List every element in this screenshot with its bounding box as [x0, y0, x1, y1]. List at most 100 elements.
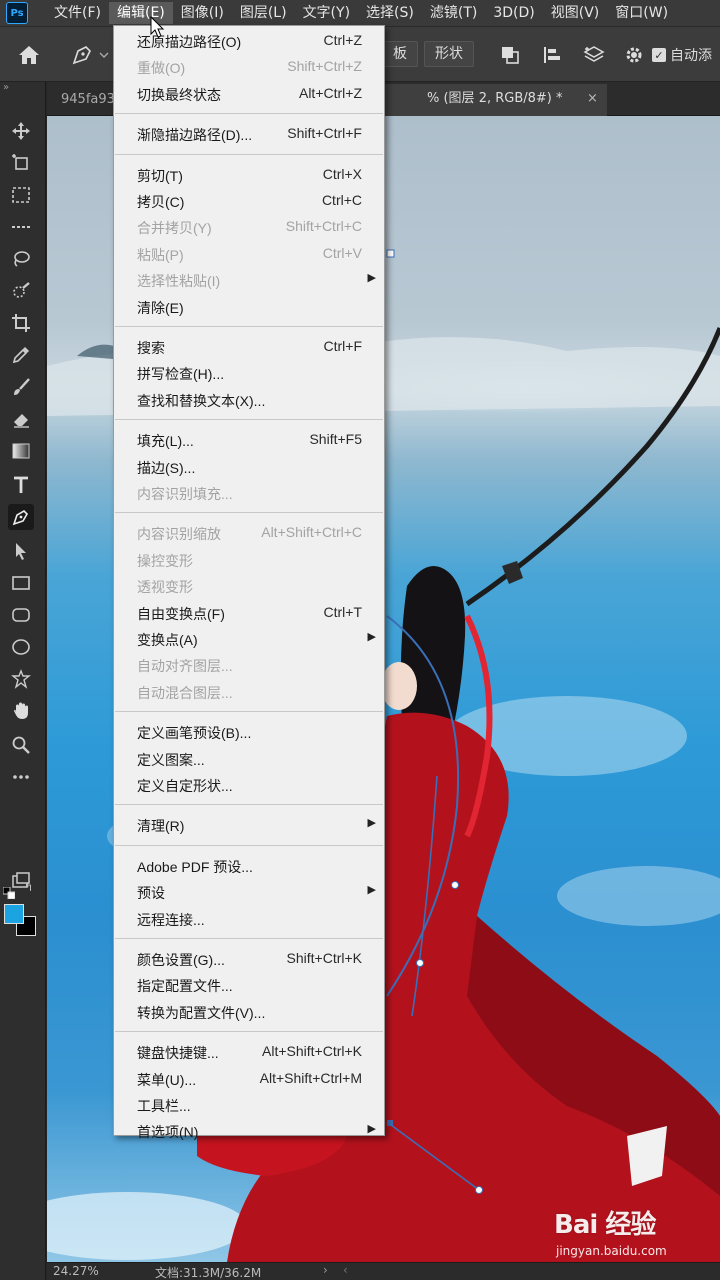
menu-item-shortcut: Ctrl+X — [322, 165, 362, 182]
edit-menu-item[interactable]: 定义自定形状... — [114, 772, 384, 798]
edit-menu-item[interactable]: 变换点(A) ▶ — [114, 626, 384, 652]
edit-menu-item[interactable]: 描边(S)... — [114, 454, 384, 480]
menu-filter[interactable]: 滤镜(T) — [422, 2, 485, 24]
crop-tool-icon[interactable] — [8, 310, 34, 336]
gear-icon[interactable] — [622, 43, 646, 67]
path-arrangement-icon[interactable] — [582, 43, 606, 67]
menu-item-shortcut: Ctrl+T — [323, 603, 363, 620]
status-prev-arrow-icon[interactable]: ‹ — [343, 1263, 348, 1277]
edit-menu-item[interactable]: 填充(L)... Shift+F5 — [114, 427, 384, 453]
menu-image[interactable]: 图像(I) — [173, 2, 232, 24]
path-selection-tool-icon[interactable] — [8, 538, 34, 564]
menu-select[interactable]: 选择(S) — [358, 2, 422, 24]
menu-item-shortcut: Ctrl+C — [321, 192, 362, 208]
edit-menu-item[interactable]: 远程连接... — [114, 906, 384, 932]
submenu-arrow-icon: ▶ — [367, 1123, 376, 1136]
pen-tool-preset-icon[interactable] — [70, 41, 110, 69]
edit-menu-item[interactable]: 拷贝(C) Ctrl+C — [114, 188, 384, 214]
custom-shape-tool-icon[interactable] — [8, 666, 34, 692]
marquee-tool-icon[interactable] — [8, 182, 34, 208]
edit-menu-item[interactable]: 清除(E) — [114, 294, 384, 320]
menu-item-label: 清理(R) — [137, 818, 185, 835]
menu-item-shortcut: Shift+Ctrl+C — [285, 218, 362, 235]
submenu-arrow-icon: ▶ — [367, 272, 376, 285]
edit-menu-item[interactable]: 定义图案... — [114, 746, 384, 772]
path-operations-icon[interactable] — [498, 43, 522, 67]
edit-menu-dropdown: 还原描边路径(O) Ctrl+Z 重做(O) Shift+Ctrl+Z 切换最终状态 Al… — [113, 25, 385, 1140]
edit-menu-item[interactable]: 转换为配置文件(V)... — [114, 999, 384, 1025]
edit-menu-item[interactable]: 清理(R) ▶ — [114, 812, 384, 838]
menu-window[interactable]: 窗口(W) — [607, 2, 676, 24]
menu-item-label: 重做(O) — [137, 60, 186, 77]
menu-separator — [115, 153, 383, 155]
menu-layer[interactable]: 图层(L) — [232, 2, 295, 24]
menu-view[interactable]: 视图(V) — [543, 2, 608, 24]
menu-item-label: 颜色设置(G)... — [137, 952, 225, 968]
hand-tool-icon[interactable] — [8, 698, 34, 724]
foreground-color-swatch[interactable] — [4, 904, 24, 924]
menu-item-shortcut: Alt+Shift+Ctrl+C — [261, 524, 362, 541]
edit-menu-item[interactable]: 渐隐描边路径(D)... Shift+Ctrl+F — [114, 121, 384, 147]
board-button[interactable]: 板 — [382, 41, 418, 67]
menu-separator — [115, 1031, 383, 1033]
ellipse-tool-icon[interactable] — [8, 634, 34, 660]
auto-add-checkbox-icon[interactable]: ✓ — [652, 48, 666, 62]
single-row-marquee-icon[interactable] — [8, 214, 34, 240]
edit-menu-item[interactable]: 切换最终状态 Alt+Ctrl+Z — [114, 81, 384, 107]
auto-add-delete-option[interactable]: ✓ 自动添 — [652, 45, 712, 65]
menu-item-label: 查找和替换文本(X)... — [137, 392, 266, 409]
edit-menu-item[interactable]: Adobe PDF 预设... — [114, 853, 384, 879]
menu-item-label: 粘贴(P) — [137, 246, 184, 263]
status-next-arrow-icon[interactable]: › — [323, 1263, 328, 1277]
edit-menu-item[interactable]: 剪切(T) Ctrl+X — [114, 162, 384, 188]
document-tab-active[interactable]: % (图层 2, RGB/8#) * × — [377, 84, 607, 116]
watermark-brand: Bai 经验 — [554, 1210, 656, 1240]
menu-file[interactable]: 文件(F) — [46, 2, 109, 24]
edit-menu-item[interactable]: 首选项(N) ▶ — [114, 1118, 384, 1144]
edit-menu-item: 自动对齐图层... — [114, 652, 384, 678]
close-tab-icon[interactable]: × — [587, 84, 598, 114]
menu-item-label: 切换最终状态 — [137, 86, 221, 103]
edit-menu-item[interactable]: 键盘快捷键... Alt+Shift+Ctrl+K — [114, 1039, 384, 1065]
eyedropper-tool-icon[interactable] — [8, 342, 34, 368]
artboard-tool-icon[interactable] — [8, 150, 34, 176]
panel-collapse-icon[interactable]: » — [3, 82, 9, 93]
type-tool-icon[interactable] — [8, 472, 34, 498]
quick-mask-icon[interactable] — [8, 868, 34, 894]
edit-menu-item[interactable]: 自由变换点(F) Ctrl+T — [114, 600, 384, 626]
menu-item-label: Adobe PDF 预设... — [137, 858, 253, 875]
brush-tool-icon[interactable] — [8, 374, 34, 400]
edit-menu-item[interactable]: 菜单(U)... Alt+Shift+Ctrl+M — [114, 1066, 384, 1092]
menu-type[interactable]: 文字(Y) — [295, 2, 358, 24]
submenu-arrow-icon: ▶ — [367, 884, 376, 897]
zoom-level[interactable]: 24.27% — [53, 1264, 99, 1278]
gradient-tool-icon[interactable] — [8, 438, 34, 464]
more-tools-icon[interactable] — [8, 764, 34, 790]
mouse-cursor-icon — [150, 15, 166, 40]
rounded-rectangle-tool-icon[interactable] — [8, 602, 34, 628]
pen-tool-icon[interactable] — [8, 504, 34, 530]
edit-menu-item: 合并拷贝(Y) Shift+Ctrl+C — [114, 214, 384, 240]
shape-button[interactable]: 形状 — [424, 41, 474, 67]
rectangle-tool-icon[interactable] — [8, 570, 34, 596]
zoom-tool-icon[interactable] — [8, 732, 34, 758]
home-icon[interactable] — [14, 40, 44, 70]
move-tool-icon[interactable] — [8, 118, 34, 144]
edit-menu-item[interactable]: 拼写检查(H)... — [114, 360, 384, 386]
edit-menu-item[interactable]: 预设 ▶ — [114, 879, 384, 905]
path-alignment-icon[interactable] — [540, 43, 564, 67]
menu-separator — [115, 419, 383, 421]
edit-menu-item[interactable]: 工具栏... — [114, 1092, 384, 1118]
menu-3d[interactable]: 3D(D) — [485, 2, 542, 24]
edit-menu-item[interactable]: 搜索 Ctrl+F — [114, 334, 384, 360]
lasso-tool-icon[interactable] — [8, 246, 34, 272]
edit-menu-item[interactable]: 指定配置文件... — [114, 972, 384, 998]
edit-menu-item[interactable]: 定义画笔预设(B)... — [114, 719, 384, 745]
quick-selection-tool-icon[interactable] — [8, 278, 34, 304]
menu-item-label: 描边(S)... — [137, 459, 196, 476]
eraser-tool-icon[interactable] — [8, 406, 34, 432]
edit-menu-item[interactable]: 颜色设置(G)... Shift+Ctrl+K — [114, 946, 384, 972]
menu-item-label: 内容识别缩放 — [137, 526, 221, 543]
edit-menu-item[interactable]: 查找和替换文本(X)... — [114, 387, 384, 413]
edit-menu-item: 内容识别缩放 Alt+Shift+Ctrl+C — [114, 520, 384, 546]
